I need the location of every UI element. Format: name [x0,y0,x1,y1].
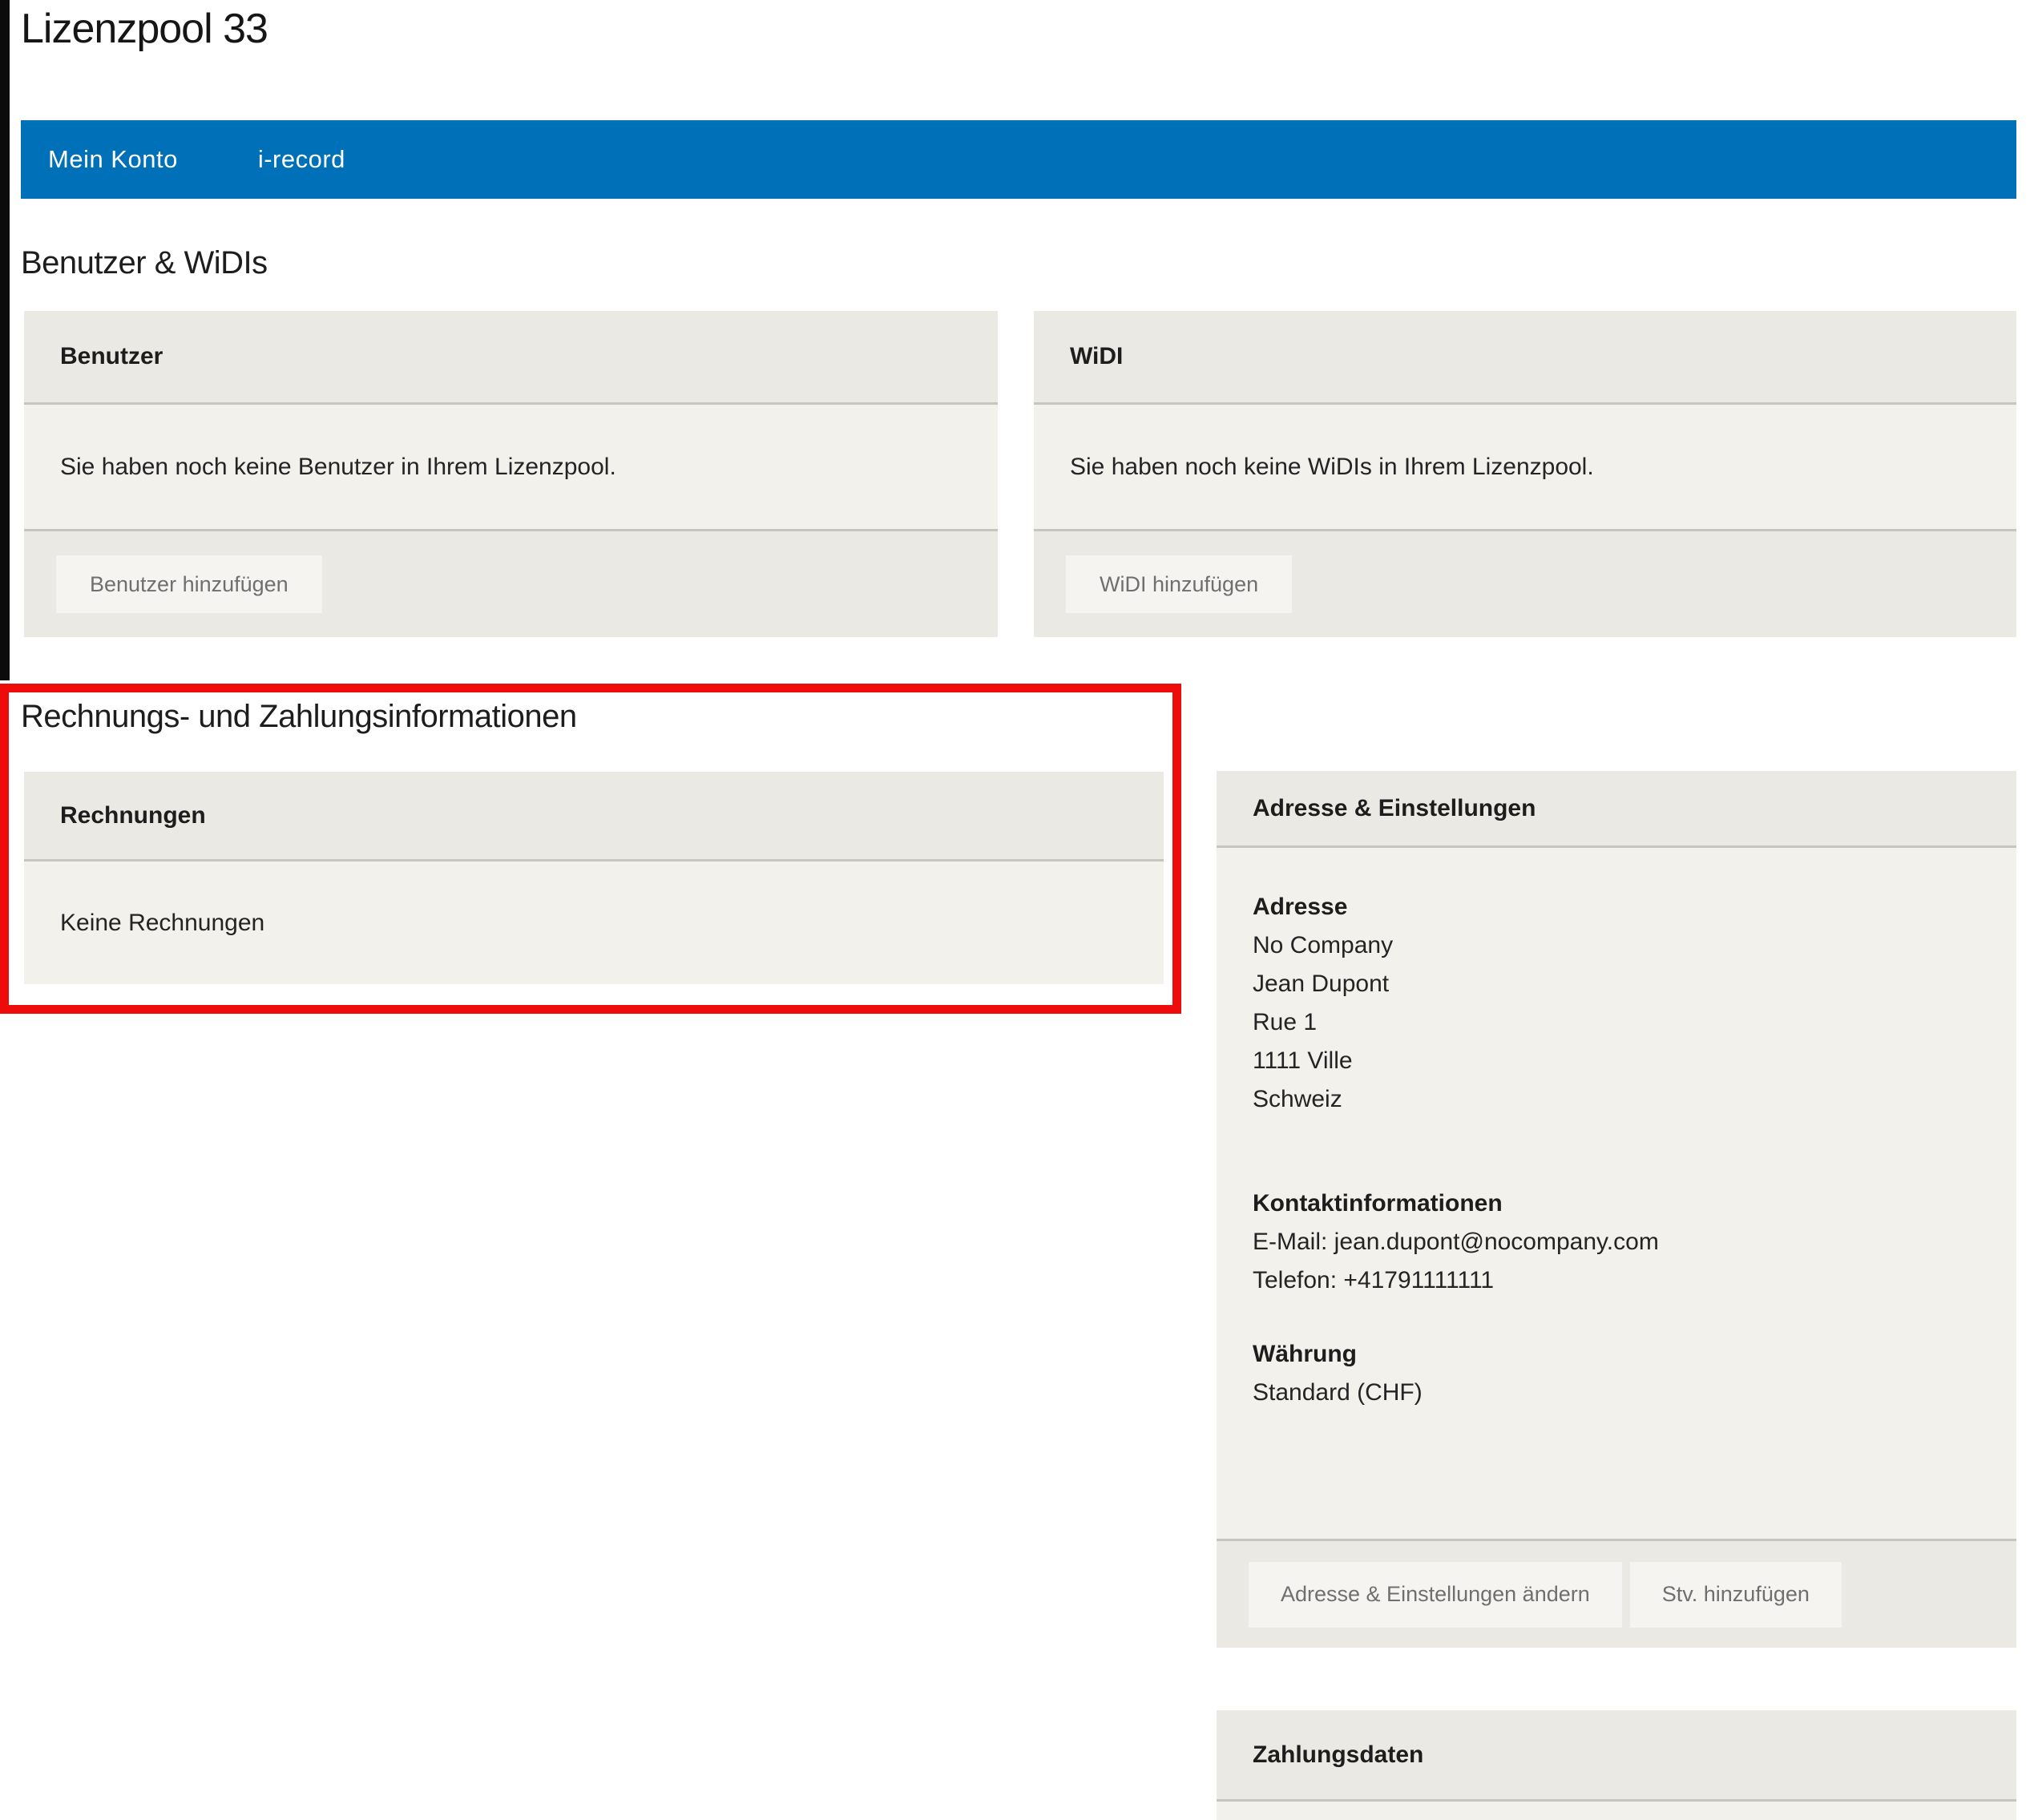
widi-empty-message: Sie haben noch keine WiDIs in Ihrem Lize… [1034,405,2016,529]
rechnungen-empty-message: Keine Rechnungen [24,862,1164,984]
adresse-einstellungen-aendern-button[interactable]: Adresse & Einstellungen ändern [1249,1562,1622,1628]
waehrung-subheading: Währung [1253,1335,1980,1374]
left-edge-bar [0,0,10,680]
contact-line-phone: Telefon: +41791111111 [1253,1261,1980,1300]
benutzer-card: Benutzer Sie haben noch keine Benutzer i… [24,311,998,637]
adresse-subheading: Adresse [1253,888,1980,926]
widi-card-footer: WiDI hinzufügen [1034,531,2016,637]
nav-item-i-record[interactable]: i-record [258,145,345,174]
zahlungsdaten-card: Zahlungsdaten [1217,1710,2016,1820]
adresse-card-body: Adresse No Company Jean Dupont Rue 1 111… [1217,848,2016,1539]
page: Lizenzpool 33 Mein Konto i-record Benutz… [0,0,2034,1820]
waehrung-value: Standard (CHF) [1253,1374,1980,1412]
adresse-card-title: Adresse & Einstellungen [1217,771,2016,845]
zahlungsdaten-card-title: Zahlungsdaten [1217,1710,2016,1799]
widi-hinzufuegen-button[interactable]: WiDI hinzufügen [1066,555,1292,613]
address-line-company: No Company [1253,926,1980,965]
page-title: Lizenzpool 33 [21,5,268,53]
kontakt-subheading: Kontaktinformationen [1253,1184,1980,1223]
rechnungen-card: Rechnungen Keine Rechnungen [24,772,1164,984]
rechnungen-card-title: Rechnungen [24,772,1164,859]
address-line-city: 1111 Ville [1253,1042,1980,1080]
nav-item-mein-konto[interactable]: Mein Konto [48,145,178,174]
widi-card: WiDI Sie haben noch keine WiDIs in Ihrem… [1034,311,2016,637]
stv-hinzufuegen-button[interactable]: Stv. hinzufügen [1630,1562,1842,1628]
address-line-name: Jean Dupont [1253,965,1980,1003]
benutzer-card-title: Benutzer [24,311,998,402]
address-line-street: Rue 1 [1253,1003,1980,1042]
benutzer-card-footer: Benutzer hinzufügen [24,531,998,637]
benutzer-hinzufuegen-button[interactable]: Benutzer hinzufügen [56,555,322,613]
address-line-country: Schweiz [1253,1080,1980,1119]
main-nav: Mein Konto i-record [21,120,2016,199]
widi-card-title: WiDI [1034,311,2016,402]
benutzer-empty-message: Sie haben noch keine Benutzer in Ihrem L… [24,405,998,529]
adresse-einstellungen-card: Adresse & Einstellungen Adresse No Compa… [1217,771,2016,1648]
adresse-card-footer: Adresse & Einstellungen ändern Stv. hinz… [1217,1541,2016,1648]
section-heading-benutzer-widis: Benutzer & WiDIs [21,245,268,281]
contact-line-email: E-Mail: jean.dupont@nocompany.com [1253,1223,1980,1261]
section-heading-rechnungen-zahlung: Rechnungs- und Zahlungsinformationen [21,699,577,735]
zahlungsdaten-card-body [1217,1802,2016,1820]
